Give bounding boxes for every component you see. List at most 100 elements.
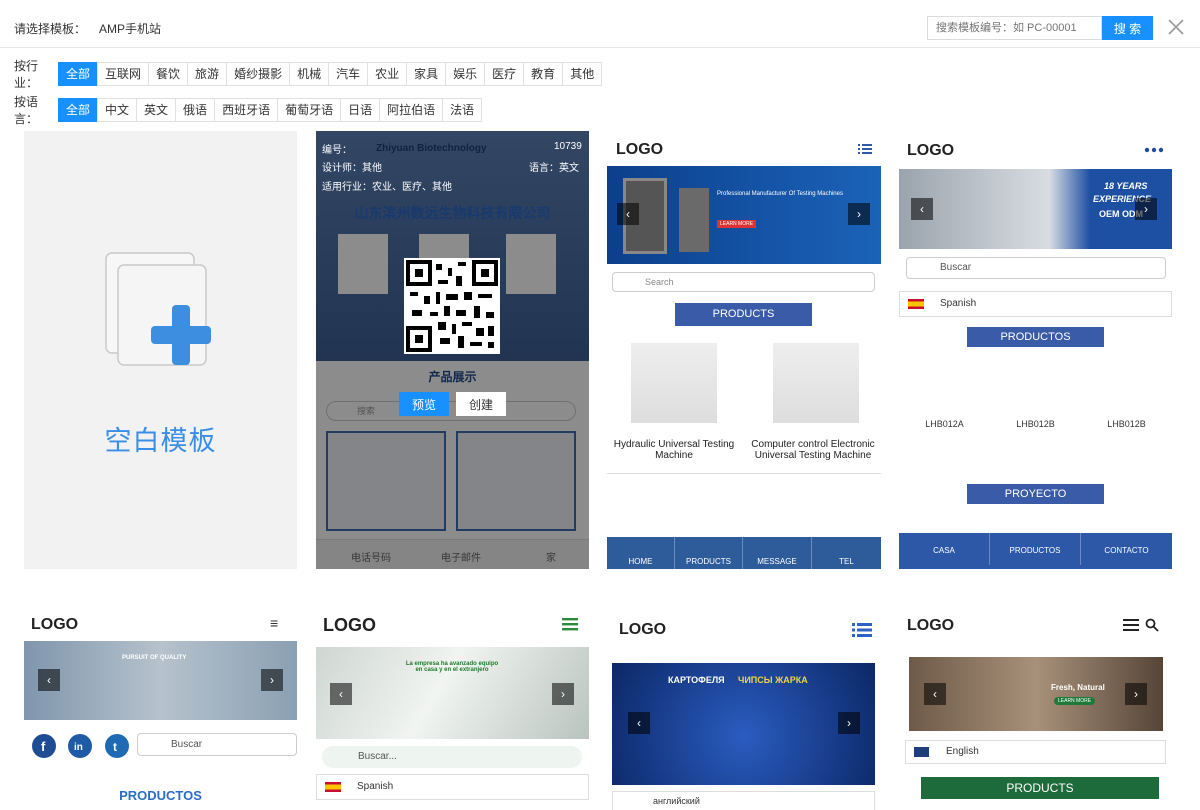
language-filter: 按语言： 全部 中文 英文 俄语 西班牙语 葡萄牙语 日语 阿拉伯语 法语	[14, 95, 483, 126]
language-label: 按语言：	[14, 95, 39, 126]
template-card[interactable]: LOGO La empresa ha avanzado equipo en ca…	[316, 607, 589, 810]
language-portuguese[interactable]: 葡萄牙语	[277, 98, 342, 122]
industry-travel[interactable]: 旅游	[187, 62, 228, 86]
product-image	[631, 343, 717, 423]
product-name: LHB012B	[1107, 419, 1146, 429]
template-card[interactable]: LOGO КАРТОФЕЛЯ ЧИПСЫ ЖАРКА ‹ › английски…	[607, 607, 881, 810]
template-card[interactable]: LOGO Fresh, Natural LEARN MORE ‹ › Engli…	[899, 607, 1172, 810]
template-search: Search	[612, 272, 875, 292]
next-slide-arrow: ›	[848, 203, 870, 225]
language-spanish[interactable]: 西班牙语	[214, 98, 279, 122]
products-heading: PRODUCTOS	[119, 788, 202, 803]
product-name: LHB012B	[1016, 419, 1055, 429]
divider	[607, 473, 881, 474]
banner-text: PURSUIT OF QUALITY	[122, 655, 187, 661]
bottom-nav: CASA PRODUCTOS CONTACTO	[899, 533, 1172, 569]
more-icon	[1144, 147, 1164, 153]
industry-machinery[interactable]: 机械	[289, 62, 330, 86]
machine-image	[679, 188, 709, 252]
template-select-label: 请选择模板：	[14, 22, 87, 36]
language-chinese[interactable]: 中文	[97, 98, 138, 122]
industry-internet[interactable]: 互联网	[97, 62, 150, 86]
close-icon[interactable]	[1166, 17, 1186, 37]
preview-button[interactable]: 预览	[399, 392, 449, 416]
template-logo: LOGO	[619, 621, 667, 638]
next-slide-arrow: ›	[552, 683, 574, 705]
prev-slide-arrow: ‹	[924, 683, 946, 705]
template-number: 10739	[554, 141, 582, 152]
language-select: английский	[612, 791, 875, 810]
banner-text: Fresh, Natural	[1051, 683, 1105, 692]
language-arabic[interactable]: 阿拉伯语	[379, 98, 444, 122]
template-logo: LOGO	[31, 616, 79, 633]
menu-icon: ≡	[270, 615, 279, 631]
next-slide-arrow: ›	[838, 712, 860, 734]
language-russian[interactable]: 俄语	[175, 98, 216, 122]
banner-text: КАРТОФЕЛЯ	[668, 675, 725, 685]
next-slide-arrow: ›	[1125, 683, 1147, 705]
language-english[interactable]: 英文	[136, 98, 177, 122]
industry-medical[interactable]: 医疗	[484, 62, 525, 86]
template-search: Buscar	[137, 733, 297, 756]
language-french[interactable]: 法语	[442, 98, 483, 122]
nav-contact: CONTACTO	[1104, 546, 1149, 555]
learn-more-chip: LEARN MORE	[717, 220, 757, 228]
template-banner: La empresa ha avanzado equipo en casa y …	[316, 647, 589, 739]
nav-message: MESSAGE	[743, 537, 812, 569]
twitter-icon: t	[105, 734, 129, 758]
template-card[interactable]: LOGO ≡ PURSUIT OF QUALITY ‹ › f in t Bus…	[24, 607, 297, 810]
create-button[interactable]: 创建	[456, 392, 506, 416]
template-number-label: 编号：	[322, 145, 352, 156]
industry-furniture[interactable]: 家具	[406, 62, 447, 86]
language-select: Spanish	[899, 291, 1172, 317]
template-banner: PURSUIT OF QUALITY	[24, 641, 297, 720]
search-button[interactable]: 搜 索	[1102, 16, 1153, 40]
template-logo: LOGO	[907, 142, 955, 159]
template-logo: LOGO	[323, 615, 376, 635]
nav-home: HOME	[607, 537, 675, 569]
industry-entertainment[interactable]: 娱乐	[445, 62, 486, 86]
next-slide-arrow: ›	[1135, 198, 1157, 220]
search-icon	[1145, 618, 1159, 632]
nav-home: CASA	[899, 533, 990, 565]
template-banner: Professional Manufacturer Of Testing Mac…	[607, 166, 881, 264]
product-labels: LHB012A LHB012B LHB012B	[899, 419, 1172, 429]
products-heading: PRODUCTS	[675, 303, 812, 326]
tab-amp-mobile[interactable]: AMP手机站	[99, 20, 161, 37]
template-banner: КАРТОФЕЛЯ ЧИПСЫ ЖАРКА	[612, 663, 875, 785]
blank-template-card[interactable]: 空白模板	[24, 131, 297, 569]
list-menu-icon	[852, 623, 872, 637]
bottom-nav: HOME PRODUCTS MESSAGE TEL	[607, 537, 881, 569]
template-language: 语言：英文	[529, 163, 579, 174]
language-select: English	[905, 740, 1166, 764]
industry-all[interactable]: 全部	[58, 62, 99, 86]
template-card-10739[interactable]: Zhiyuan Biotechnology 山东滨州数远生物科技有限公司 产品展…	[316, 131, 589, 569]
products-heading: PRODUCTOS	[967, 327, 1104, 347]
industry-wedding[interactable]: 婚纱摄影	[226, 62, 291, 86]
menu-icon	[1123, 619, 1139, 631]
list-menu-icon	[858, 144, 872, 154]
industry-agriculture[interactable]: 农业	[367, 62, 408, 86]
banner-text: La empresa ha avanzado equipo en casa y …	[405, 661, 499, 673]
add-document-icon	[105, 252, 211, 366]
template-card[interactable]: LOGO Professional Manufacturer Of Testin…	[607, 131, 881, 569]
industry-auto[interactable]: 汽车	[328, 62, 369, 86]
template-card[interactable]: LOGO 18 YEARS EXPERIENCE OEM ODM ‹ › Bus…	[899, 131, 1172, 569]
language-all[interactable]: 全部	[58, 98, 99, 122]
industry-filter: 按行业： 全部 互联网 餐饮 旅游 婚纱摄影 机械 汽车 农业 家具 娱乐 医疗…	[14, 59, 603, 90]
svg-text:f: f	[41, 739, 46, 754]
language-select: Spanish	[316, 774, 589, 800]
product-image	[773, 343, 859, 423]
linkedin-icon: in	[68, 734, 92, 758]
industry-education[interactable]: 教育	[523, 62, 564, 86]
industry-other[interactable]: 其他	[562, 62, 603, 86]
prev-slide-arrow: ‹	[617, 203, 639, 225]
industry-catering[interactable]: 餐饮	[148, 62, 189, 86]
project-heading: PROYECTO	[967, 484, 1104, 504]
blank-template-title: 空白模板	[104, 426, 217, 456]
template-logo: LOGO	[907, 617, 955, 634]
language-japanese[interactable]: 日语	[340, 98, 381, 122]
prev-slide-arrow: ‹	[911, 198, 933, 220]
nav-tel: TEL	[839, 557, 854, 566]
template-search-input[interactable]	[927, 16, 1102, 40]
